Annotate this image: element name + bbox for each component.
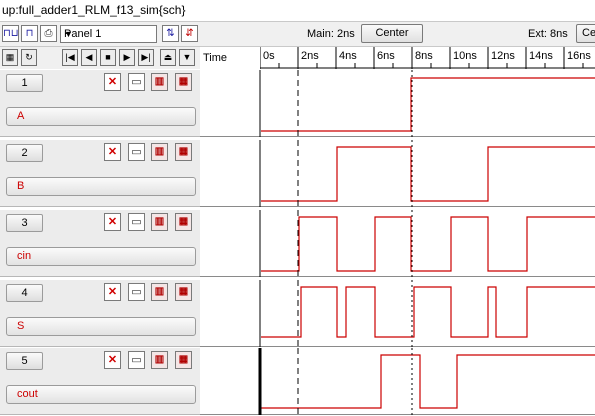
signal-name-field[interactable]: cout [6,385,196,404]
ext-center-button[interactable]: Ce [576,24,595,43]
signal-row-cin: 3 ✕ ▭ ▥ ▦ cin [0,210,595,277]
grid-x-icon[interactable]: ▦ [175,351,192,369]
grid-icon[interactable]: ▦ [2,49,18,66]
signal-controls: 3 ✕ ▭ ▥ ▦ cin [0,210,200,277]
printer-icon[interactable]: ⎙ [40,25,57,42]
bus-icon[interactable]: ▥ [151,213,168,231]
bus-icon[interactable]: ▥ [151,143,168,161]
window-title: up:full_adder1_RLM_f13_sim{sch} [2,3,186,17]
delete-icon[interactable]: ✕ [104,213,121,231]
waveform-trace [261,216,595,272]
waveform-s [259,280,595,347]
minimize-icon[interactable]: ▭ [128,73,145,91]
signal-controls: 2 ✕ ▭ ▥ ▦ B [0,140,200,207]
refresh-icon[interactable]: ↻ [21,49,37,66]
time-ruler[interactable]: 0s 2ns 4ns 6ns 8ns 10ns 12ns 14ns 16ns [260,47,595,69]
signal-name-field[interactable]: S [6,317,196,336]
waveform-cin [259,210,595,277]
signal-name-field[interactable]: A [6,107,196,126]
signal-index-button[interactable]: 1 [6,74,43,92]
signal-index-button[interactable]: 2 [6,144,43,162]
signal-row-b: 2 ✕ ▭ ▥ ▦ B [0,140,595,207]
stop-icon[interactable]: ■ [100,49,116,66]
waveform-icon[interactable]: ⊓⊔ [2,25,19,42]
grid-x-icon[interactable]: ▦ [175,143,192,161]
delete-icon[interactable]: ✕ [104,143,121,161]
jump-start-icon[interactable]: |◀ [62,49,78,66]
step-forward-icon[interactable]: ▶ [119,49,135,66]
waveform-a [259,70,595,137]
step-back-icon[interactable]: ◀ [81,49,97,66]
main-cursor-label: Main: 2ns [307,28,355,40]
grid-x-icon[interactable]: ▦ [175,213,192,231]
signal-controls: 4 ✕ ▭ ▥ ▦ S [0,280,200,347]
waveform-b [259,140,595,207]
chevron-down-icon: ▼ [64,29,73,39]
waveform-collapse-icon[interactable]: ⇵ [181,25,198,42]
pulse-icon[interactable]: ⊓ [21,25,38,42]
signal-index-button[interactable]: 3 [6,214,43,232]
ext-cursor-label: Ext: 8ns [528,28,568,40]
minimize-icon[interactable]: ▭ [128,351,145,369]
grid-x-icon[interactable]: ▦ [175,73,192,91]
waveform-trace [261,77,595,132]
navigation-bar: ▦ ↻ |◀ ◀ ■ ▶ ▶| ⏏ ▼ [0,47,200,69]
bus-icon[interactable]: ▥ [151,351,168,369]
panel-select[interactable]: Panel 1 ▼ [60,25,157,43]
waveform-trace [261,146,595,202]
signal-name-field[interactable]: cin [6,247,196,266]
signal-index-button[interactable]: 4 [6,284,43,302]
signal-controls: 5 ✕ ▭ ▥ ▦ cout [0,348,200,415]
grid-x-icon[interactable]: ▦ [175,283,192,301]
bus-icon[interactable]: ▥ [151,73,168,91]
delete-icon[interactable]: ✕ [104,351,121,369]
signal-row-a: 1 ✕ ▭ ▥ ▦ A [0,70,595,137]
signal-name-field[interactable]: B [6,177,196,196]
scroll-down-icon[interactable]: ▼ [179,49,195,66]
delete-icon[interactable]: ✕ [104,283,121,301]
jump-end-icon[interactable]: ▶| [138,49,154,66]
time-column-label: Time [203,52,228,64]
waveform-trace [261,354,595,409]
ruler-ticks [260,47,595,69]
waveform-trace [261,286,595,338]
waveform-expand-icon[interactable]: ⇅ [162,25,179,42]
bus-icon[interactable]: ▥ [151,283,168,301]
signal-row-cout: 5 ✕ ▭ ▥ ▦ cout [0,348,595,415]
delete-icon[interactable]: ✕ [104,73,121,91]
signal-row-s: 4 ✕ ▭ ▥ ▦ S [0,280,595,347]
center-button[interactable]: Center [361,24,423,43]
waveform-cout [258,348,595,415]
minimize-icon[interactable]: ▭ [128,143,145,161]
toolbar: ⊓⊔ ⊓ ⎙ Panel 1 ▼ ⇅ ⇵ Main: 2ns Center Ex… [0,22,595,47]
minimize-icon[interactable]: ▭ [128,213,145,231]
minimize-icon[interactable]: ▭ [128,283,145,301]
signal-index-button[interactable]: 5 [6,352,43,370]
eject-icon[interactable]: ⏏ [160,49,176,66]
window-title-bar: up:full_adder1_RLM_f13_sim{sch} [0,0,595,22]
signal-controls: 1 ✕ ▭ ▥ ▦ A [0,70,200,137]
